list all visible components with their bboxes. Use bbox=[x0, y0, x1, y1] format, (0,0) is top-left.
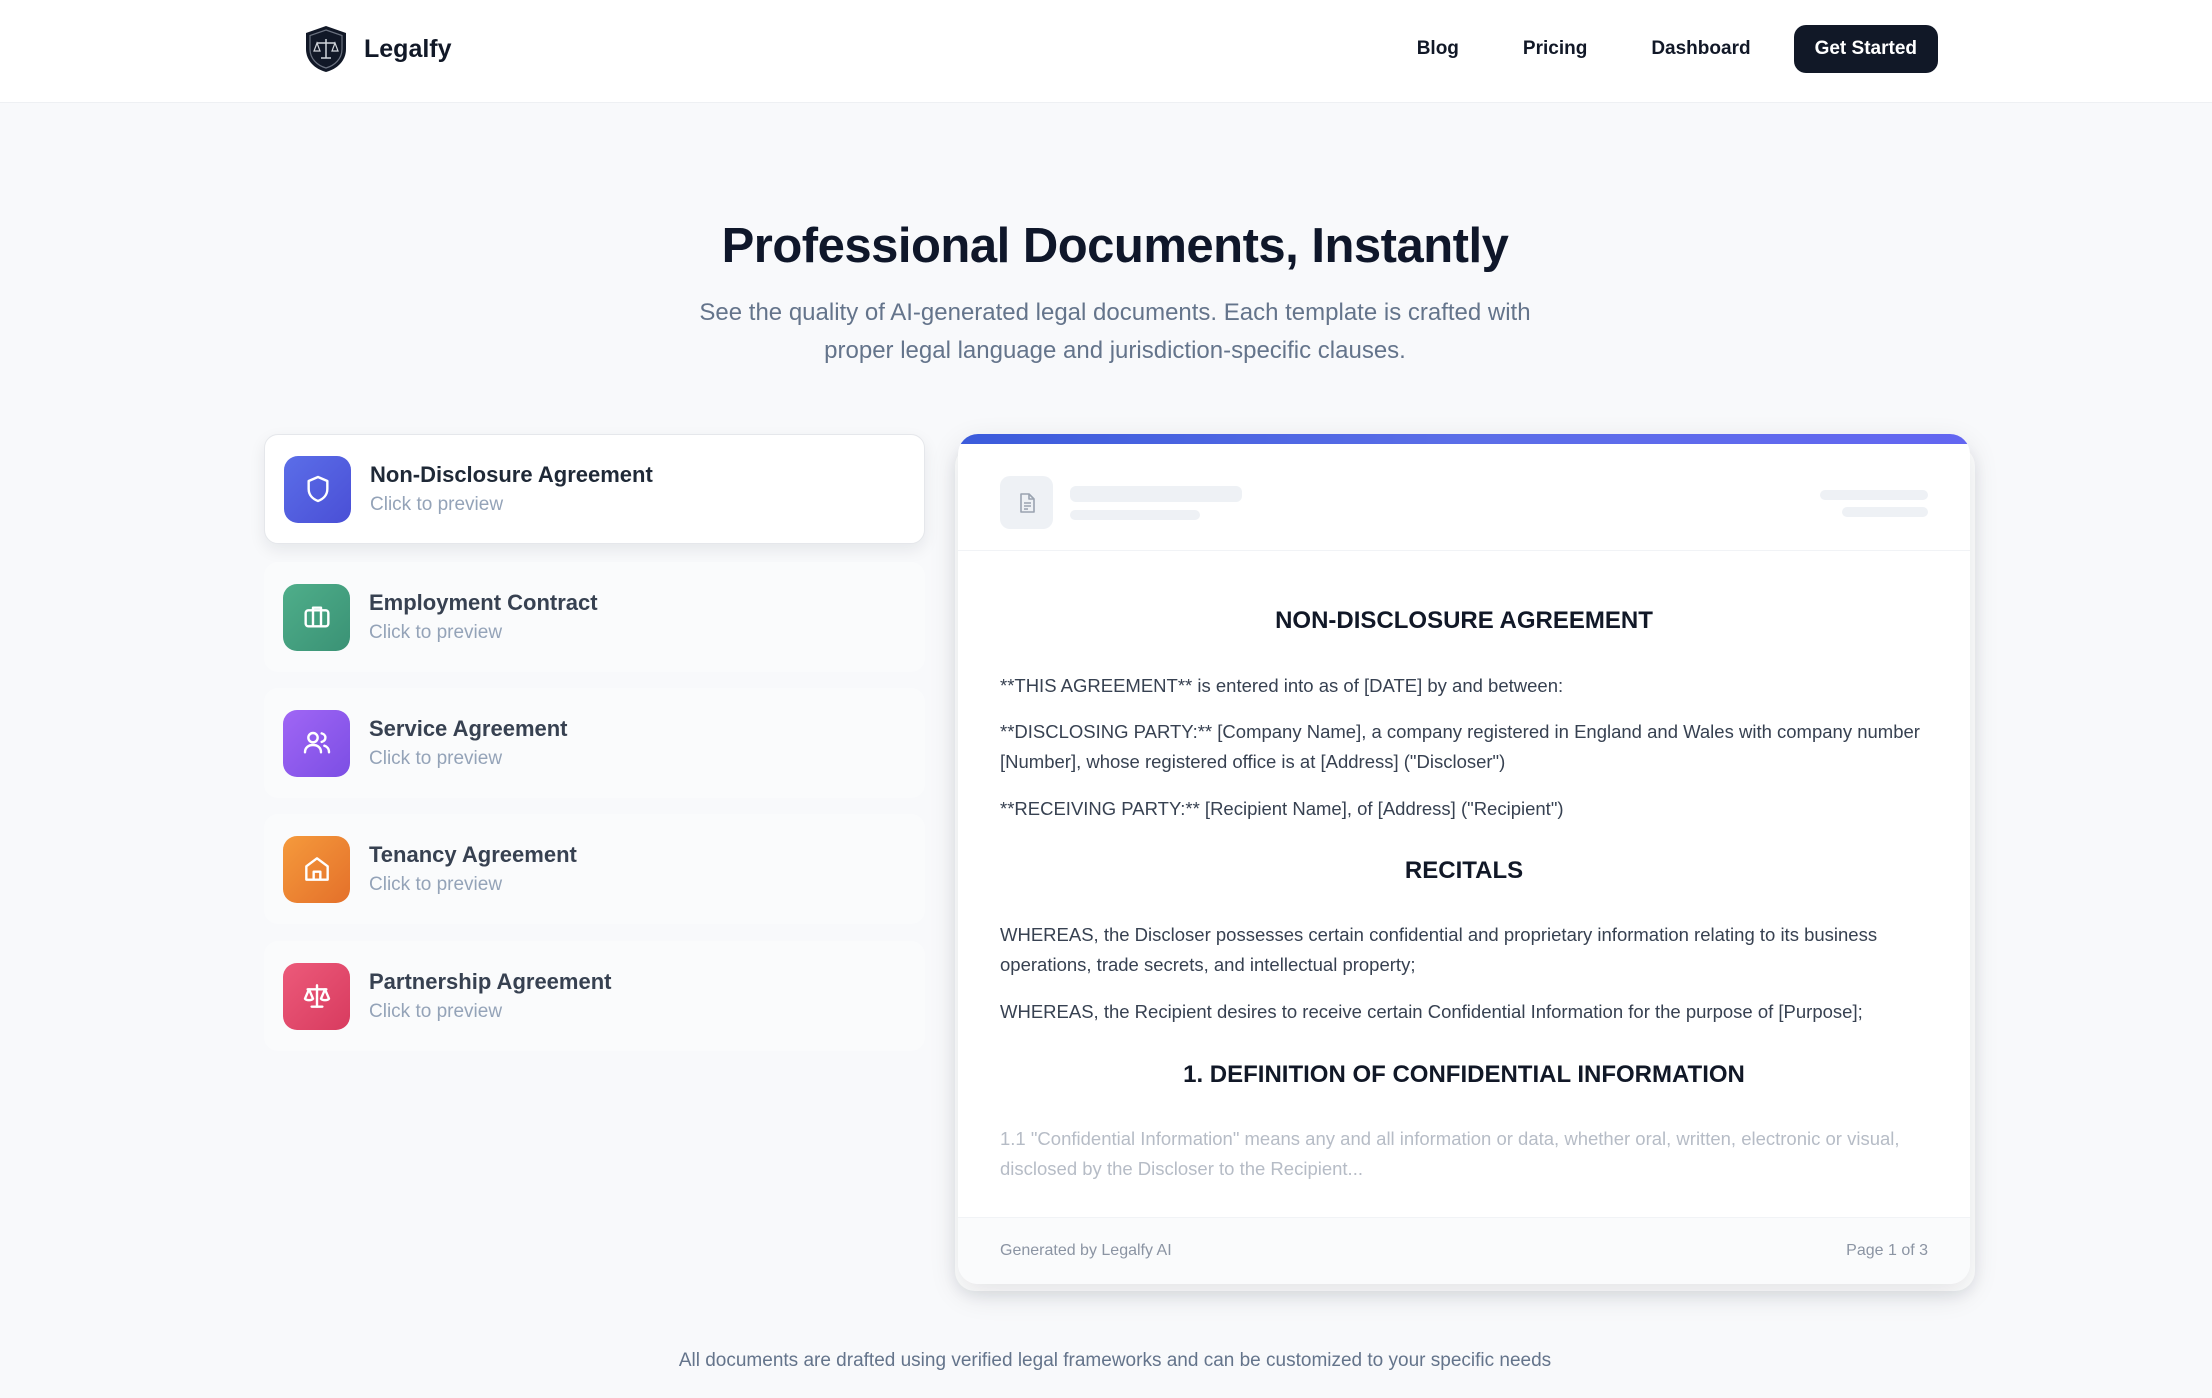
page-indicator: Page 1 of 3 bbox=[1846, 1242, 1928, 1259]
template-card-partnership[interactable]: Partnership Agreement Click to preview bbox=[264, 941, 925, 1051]
brand-logo[interactable]: Legalfy bbox=[302, 24, 452, 74]
briefcase-icon bbox=[303, 606, 330, 628]
card-subtitle: Click to preview bbox=[370, 494, 504, 515]
document-preview[interactable]: NON-DISCLOSURE AGREEMENT **THIS AGREEMEN… bbox=[958, 434, 1970, 1284]
generated-by-label: Generated by Legalfy AI bbox=[1000, 1242, 1172, 1259]
preview-footer: Generated by Legalfy AI Page 1 of 3 bbox=[958, 1217, 1970, 1284]
meta-placeholder bbox=[1820, 490, 1928, 500]
doc-paragraph: **DISCLOSING PARTY:** [Company Name], a … bbox=[1000, 721, 1920, 772]
shield-scales-logo-icon bbox=[306, 26, 346, 72]
card-icon-bg bbox=[283, 583, 350, 651]
top-header: Legalfy Blog Pricing Dashboard Get Start… bbox=[0, 0, 2212, 103]
card-icon-bg bbox=[283, 962, 350, 1030]
card-subtitle: Click to preview bbox=[369, 1001, 503, 1022]
card-icon-bg bbox=[284, 455, 351, 523]
template-card-tenancy[interactable]: Tenancy Agreement Click to preview bbox=[264, 814, 925, 924]
document-icon bbox=[1000, 476, 1053, 529]
brand-name: Legalfy bbox=[364, 34, 452, 63]
section-heading: 1. DEFINITION OF CONFIDENTIAL INFORMATIO… bbox=[1183, 1061, 1745, 1088]
card-subtitle: Click to preview bbox=[369, 874, 503, 895]
meta-placeholder bbox=[1842, 507, 1928, 517]
card-title: Service Agreement bbox=[369, 716, 568, 741]
card-subtitle: Click to preview bbox=[369, 748, 503, 769]
doc-paragraph: **RECEIVING PARTY:** [Recipient Name], o… bbox=[1000, 798, 1564, 819]
card-title: Non-Disclosure Agreement bbox=[370, 462, 653, 487]
doc-paragraph: WHEREAS, the Discloser possesses certain… bbox=[1000, 924, 1878, 975]
card-title: Employment Contract bbox=[369, 590, 598, 615]
subtitle-placeholder bbox=[1070, 510, 1200, 520]
card-icon-bg bbox=[283, 709, 350, 777]
home-icon bbox=[304, 857, 329, 881]
main-nav: Blog Pricing Dashboard Get Started bbox=[1417, 25, 1938, 73]
hero-subtitle: See the quality of AI-generated legal do… bbox=[699, 299, 1531, 364]
doc-paragraph-faded: 1.1 "Confidential Information" means any… bbox=[1000, 1128, 1900, 1179]
template-card-nda[interactable]: Non-Disclosure Agreement Click to previe… bbox=[264, 434, 925, 544]
recitals-heading: RECITALS bbox=[1404, 857, 1524, 884]
users-icon bbox=[303, 731, 330, 754]
card-icon-bg bbox=[283, 835, 350, 903]
nav-blog[interactable]: Blog bbox=[1417, 38, 1459, 60]
template-card-service[interactable]: Service Agreement Click to preview bbox=[264, 688, 925, 798]
shield-icon bbox=[306, 475, 329, 503]
nav-pricing[interactable]: Pricing bbox=[1523, 38, 1587, 60]
doc-paragraph: WHEREAS, the Recipient desires to receiv… bbox=[1000, 1001, 1863, 1022]
preview-header bbox=[958, 444, 1970, 551]
hero-title: Professional Documents, Instantly bbox=[721, 219, 1509, 273]
template-card-employment[interactable]: Employment Contract Click to preview bbox=[264, 562, 925, 672]
card-subtitle: Click to preview bbox=[369, 622, 503, 643]
nav-dashboard[interactable]: Dashboard bbox=[1651, 38, 1750, 60]
title-placeholder bbox=[1070, 486, 1242, 502]
footnote: All documents are drafted using verified… bbox=[678, 1350, 1552, 1371]
document-body: NON-DISCLOSURE AGREEMENT **THIS AGREEMEN… bbox=[958, 551, 1970, 1216]
scale-icon bbox=[303, 984, 330, 1008]
card-title: Partnership Agreement bbox=[369, 969, 612, 994]
card-title: Tenancy Agreement bbox=[369, 842, 577, 867]
doc-paragraph: **THIS AGREEMENT** is entered into as of… bbox=[1000, 675, 1564, 696]
preview-accent-bar bbox=[958, 434, 1970, 444]
get-started-button[interactable]: Get Started bbox=[1793, 25, 1938, 73]
document-heading: NON-DISCLOSURE AGREEMENT bbox=[1275, 607, 1653, 634]
